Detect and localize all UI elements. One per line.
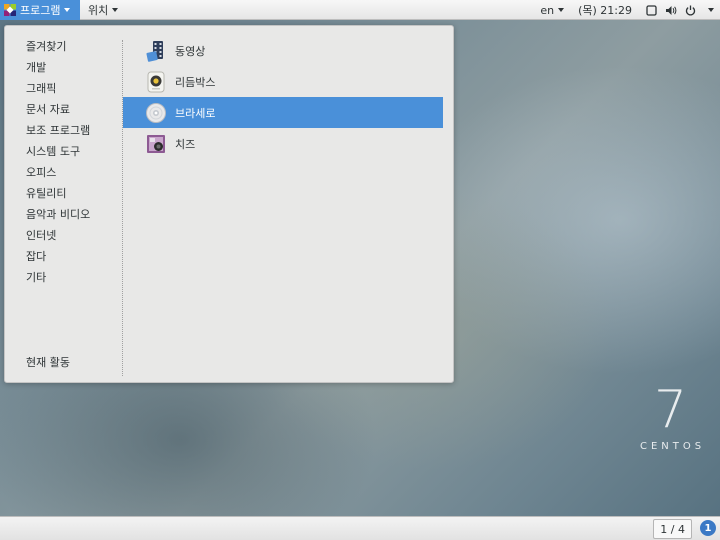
workspace-indicator[interactable]: 1 / 4 [653, 519, 692, 539]
bottom-bar: 1 / 4 1 [0, 516, 720, 540]
notification-count: 1 [704, 522, 712, 534]
brasero-disc-icon [145, 102, 167, 124]
category-development[interactable]: 개발 [5, 57, 123, 78]
category-system-tools[interactable]: 시스템 도구 [5, 141, 123, 162]
centos-logo-icon [4, 4, 16, 16]
video-player-icon [145, 40, 167, 62]
app-item-videos[interactable]: 동영상 [123, 35, 443, 66]
language-selector[interactable]: en [540, 3, 565, 17]
chevron-down-icon [64, 8, 71, 12]
chevron-down-icon[interactable] [708, 8, 714, 12]
category-graphics[interactable]: 그래픽 [5, 78, 123, 99]
app-label: 치즈 [175, 137, 196, 151]
app-item-cheese[interactable]: 치즈 [123, 128, 443, 159]
category-sound-video[interactable]: 음악과 비디오 [5, 204, 123, 225]
chevron-down-icon [558, 8, 565, 12]
app-list: 동영상 리듬박스 브라세로 치즈 [123, 35, 443, 159]
window-icon[interactable] [646, 4, 657, 16]
rhythmbox-icon [145, 71, 167, 93]
category-favorites[interactable]: 즐겨찾기 [5, 36, 123, 57]
app-label: 리듬박스 [175, 75, 216, 89]
category-office[interactable]: 오피스 [5, 162, 123, 183]
app-label: 동영상 [175, 44, 206, 58]
places-label: 위치 [88, 4, 109, 17]
category-internet[interactable]: 인터넷 [5, 225, 123, 246]
applications-label: 프로그램 [20, 4, 61, 17]
activities-overview-link[interactable]: 현재 활동 [26, 354, 70, 370]
workspace-label: 1 / 4 [660, 522, 685, 536]
language-label: en [540, 3, 555, 17]
applications-menu-button[interactable]: 프로그램 [0, 0, 80, 20]
clock-label: (목) 21:29 [578, 4, 632, 17]
power-icon[interactable] [685, 5, 696, 16]
volume-icon[interactable] [665, 5, 677, 16]
centos-wordmark: CENTOS [640, 441, 706, 452]
category-sundry[interactable]: 잡다 [5, 246, 123, 267]
category-utilities[interactable]: 유틸리티 [5, 183, 123, 204]
clock[interactable]: (목) 21:29 [578, 2, 632, 18]
category-list: 즐겨찾기 개발 그래픽 문서 자료 보조 프로그램 시스템 도구 오피스 유틸리… [5, 36, 123, 288]
centos-version-number: 7 [654, 380, 688, 440]
category-documentation[interactable]: 문서 자료 [5, 99, 123, 120]
chevron-down-icon [112, 8, 119, 12]
cheese-camera-icon [145, 133, 167, 155]
places-menu-button[interactable]: 위치 [88, 0, 119, 20]
app-item-rhythmbox[interactable]: 리듬박스 [123, 66, 443, 97]
category-other[interactable]: 기타 [5, 267, 123, 288]
notification-badge[interactable]: 1 [700, 520, 716, 536]
app-item-brasero[interactable]: 브라세로 [123, 97, 443, 128]
applications-menu: 즐겨찾기 개발 그래픽 문서 자료 보조 프로그램 시스템 도구 오피스 유틸리… [4, 25, 454, 383]
app-label: 브라세로 [175, 106, 216, 120]
category-accessories[interactable]: 보조 프로그램 [5, 120, 123, 141]
top-bar: 프로그램 위치 en (목) 21:29 [0, 0, 720, 20]
system-tray: en (목) 21:29 [540, 0, 720, 20]
